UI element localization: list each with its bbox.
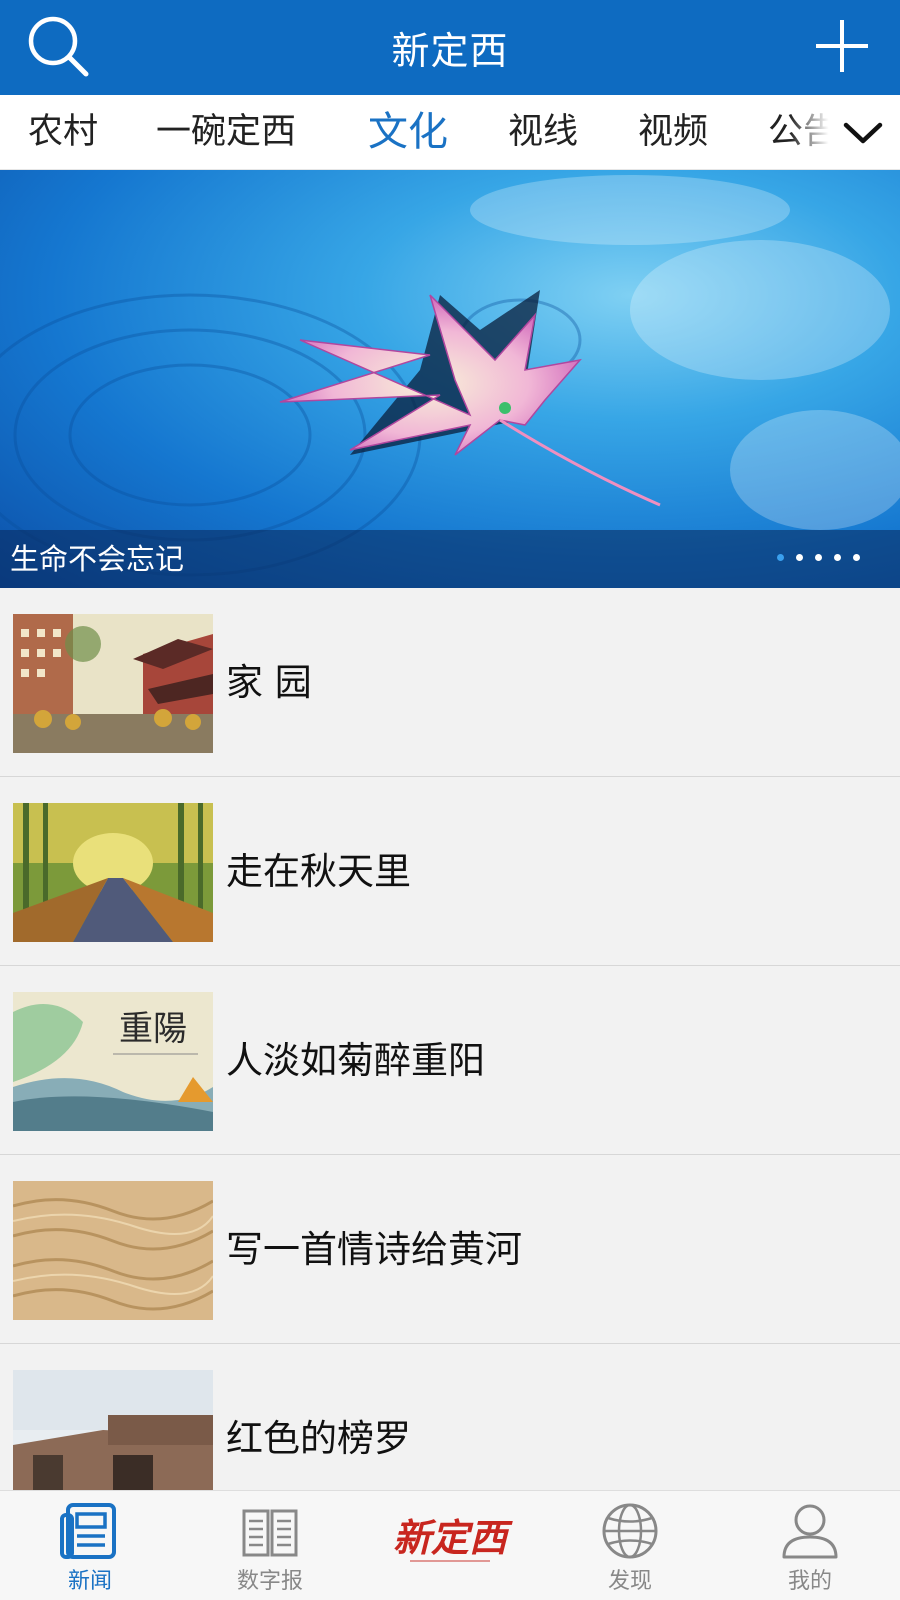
open-book-icon (242, 1509, 298, 1557)
news-item[interactable]: 写一首情诗给黄河 (0, 1155, 900, 1344)
more-tabs-button[interactable] (840, 111, 886, 155)
bottom-nav: 新闻 数字报 新定西 发现 我的 (0, 1490, 900, 1600)
nav-digital-paper[interactable]: 数字报 (180, 1491, 360, 1600)
user-icon (782, 1504, 838, 1559)
banner-caption-bar: 生命不会忘记 (0, 530, 900, 588)
carousel-dot (834, 554, 841, 561)
plus-icon (816, 20, 868, 72)
nav-label: 发现 (607, 1569, 652, 1594)
add-button[interactable] (812, 16, 872, 76)
news-title: 家 园 (226, 661, 312, 704)
tab-wenhua[interactable]: 文化 (368, 95, 448, 169)
carousel-dot (815, 554, 822, 561)
news-title: 走在秋天里 (226, 850, 411, 893)
svg-text:新定西: 新定西 (393, 1515, 513, 1560)
search-icon (28, 16, 89, 77)
brand-logo: 新定西 (393, 1515, 513, 1562)
news-thumbnail (13, 1181, 213, 1320)
nav-profile[interactable]: 我的 (720, 1491, 900, 1600)
tab-shipin[interactable]: 视频 (638, 95, 708, 169)
banner-caption: 生命不会忘记 (10, 542, 185, 576)
news-thumbnail (13, 803, 213, 942)
news-thumbnail (13, 614, 213, 753)
nav-brand-home[interactable]: 新定西 (360, 1491, 540, 1600)
nav-discover[interactable]: 发现 (540, 1491, 720, 1600)
tab-shixian[interactable]: 视线 (508, 95, 578, 169)
news-list: 家 园 走在秋天里 重陽 人淡如菊醉重阳 写一首情诗给黄河 红色的榜罗 (0, 588, 900, 1490)
news-item[interactable]: 重陽 人淡如菊醉重阳 (0, 966, 900, 1155)
nav-label: 我的 (787, 1569, 832, 1594)
app-title: 新定西 (391, 29, 509, 73)
thumb-calligraphy: 重陽 (119, 1009, 187, 1049)
app-header: 新定西 (0, 0, 900, 95)
banner-image (0, 175, 900, 577)
news-item[interactable]: 家 园 (0, 588, 900, 777)
carousel-indicator (777, 554, 860, 564)
news-item[interactable]: 走在秋天里 (0, 777, 900, 966)
tab-nongcun[interactable]: 农村 (28, 95, 98, 169)
globe-icon (602, 1503, 658, 1559)
carousel-dot (796, 554, 803, 561)
nav-label: 新闻 (67, 1569, 112, 1594)
search-button[interactable] (26, 14, 92, 80)
chevron-down-icon (843, 122, 883, 144)
banner-carousel[interactable]: 生命不会忘记 (0, 170, 900, 588)
nav-label: 数字报 (236, 1569, 303, 1594)
carousel-dot (853, 554, 860, 561)
category-tabs: 农村 一碗定西 文化 视线 视频 公告 (0, 95, 900, 170)
carousel-dot (777, 554, 784, 561)
news-thumbnail: 重陽 (13, 992, 213, 1131)
news-item[interactable]: 红色的榜罗 (0, 1344, 900, 1490)
news-title: 人淡如菊醉重阳 (226, 1039, 485, 1082)
news-title: 红色的榜罗 (226, 1417, 411, 1460)
newspaper-icon (60, 1503, 116, 1559)
news-title: 写一首情诗给黄河 (226, 1228, 522, 1271)
tab-yiwan-dingxi[interactable]: 一碗定西 (156, 95, 296, 169)
nav-news[interactable]: 新闻 (0, 1491, 180, 1600)
news-thumbnail (13, 1370, 213, 1490)
